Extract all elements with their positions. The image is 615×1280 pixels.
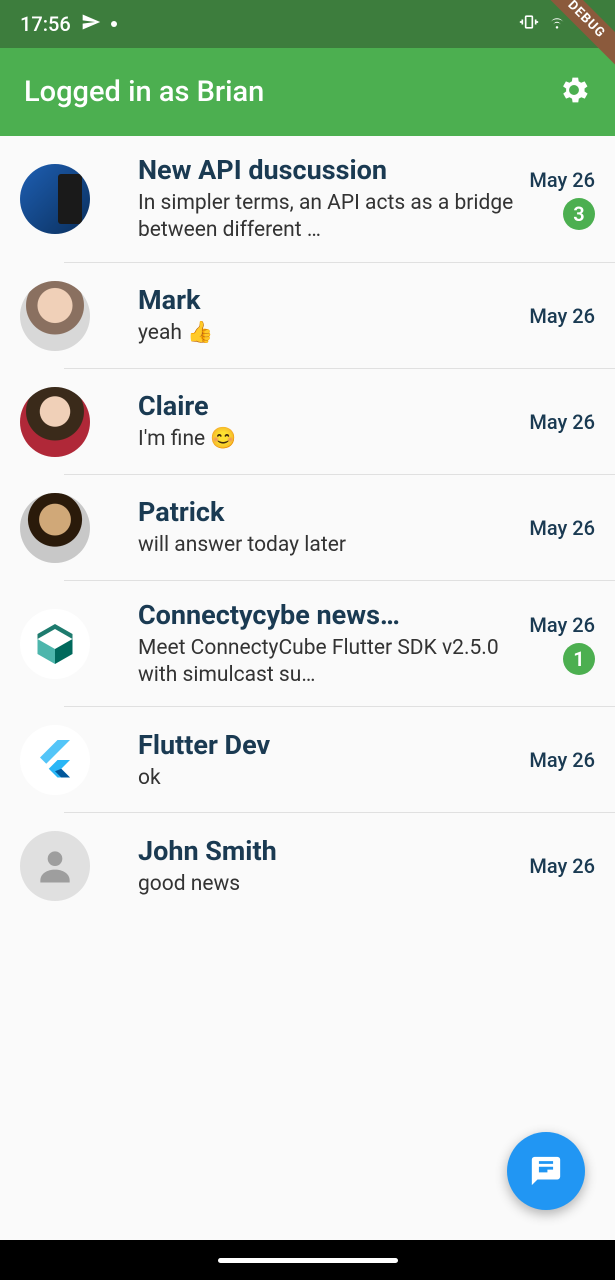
chat-content: New API duscussion In simpler terms, an A… bbox=[138, 154, 517, 245]
chat-date: May 26 bbox=[529, 748, 595, 772]
avatar bbox=[20, 725, 90, 795]
chat-message: I'm fine 😊 bbox=[138, 426, 517, 453]
chat-content: Flutter Dev ok bbox=[138, 729, 517, 792]
status-left: 17:56 bbox=[20, 12, 117, 37]
chat-meta: May 26 bbox=[529, 516, 595, 540]
chat-name: Claire bbox=[138, 390, 517, 422]
chat-date: May 26 bbox=[529, 304, 595, 328]
chat-message: Meet ConnectyCube Flutter SDK v2.5.0 wit… bbox=[138, 635, 517, 690]
chat-content: Connectycybe news… Meet ConnectyCube Flut… bbox=[138, 599, 517, 690]
chat-name: Connectycybe news… bbox=[138, 599, 517, 631]
chat-item[interactable]: John Smith good news May 26 bbox=[0, 813, 615, 919]
nav-handle[interactable] bbox=[218, 1258, 398, 1263]
avatar bbox=[20, 281, 90, 351]
chat-content: Claire I'm fine 😊 bbox=[138, 390, 517, 453]
chat-meta: May 26 1 bbox=[529, 613, 595, 675]
chat-name: John Smith bbox=[138, 835, 517, 867]
chat-item[interactable]: Patrick will answer today later May 26 bbox=[0, 475, 615, 581]
chat-list: New API duscussion In simpler terms, an A… bbox=[0, 136, 615, 919]
page-title: Logged in as Brian bbox=[24, 75, 264, 109]
chat-item[interactable]: Mark yeah 👍 May 26 bbox=[0, 263, 615, 369]
dot-icon bbox=[111, 21, 117, 27]
chat-name: New API duscussion bbox=[138, 154, 517, 186]
telegram-icon bbox=[81, 12, 101, 37]
chat-meta: May 26 bbox=[529, 854, 595, 878]
app-bar: Logged in as Brian bbox=[0, 48, 615, 136]
chat-date: May 26 bbox=[529, 854, 595, 878]
chat-content: Mark yeah 👍 bbox=[138, 284, 517, 347]
chat-content: Patrick will answer today later bbox=[138, 496, 517, 559]
chat-message: ok bbox=[138, 765, 517, 792]
chat-name: Patrick bbox=[138, 496, 517, 528]
chat-date: May 26 bbox=[529, 613, 595, 637]
chat-date: May 26 bbox=[529, 168, 595, 192]
status-bar: 17:56 bbox=[0, 0, 615, 48]
gear-icon bbox=[557, 73, 591, 107]
avatar bbox=[20, 164, 90, 234]
chat-item[interactable]: New API duscussion In simpler terms, an A… bbox=[0, 136, 615, 263]
chat-item[interactable]: Flutter Dev ok May 26 bbox=[0, 707, 615, 813]
nav-bar bbox=[0, 1240, 615, 1280]
chat-meta: May 26 3 bbox=[529, 168, 595, 230]
unread-badge: 1 bbox=[563, 643, 595, 675]
chat-item[interactable]: Connectycybe news… Meet ConnectyCube Flut… bbox=[0, 581, 615, 708]
wifi-icon bbox=[547, 12, 567, 36]
status-time: 17:56 bbox=[20, 12, 71, 36]
chat-message: will answer today later bbox=[138, 532, 517, 559]
chat-item[interactable]: Claire I'm fine 😊 May 26 bbox=[0, 369, 615, 475]
avatar bbox=[20, 831, 90, 901]
avatar bbox=[20, 609, 90, 679]
chat-message: In simpler terms, an API acts as a bridg… bbox=[138, 190, 517, 245]
chat-icon bbox=[529, 1154, 563, 1188]
chat-content: John Smith good news bbox=[138, 835, 517, 898]
chat-meta: May 26 bbox=[529, 304, 595, 328]
unread-badge: 3 bbox=[563, 198, 595, 230]
avatar bbox=[20, 387, 90, 457]
chat-name: Flutter Dev bbox=[138, 729, 517, 761]
settings-button[interactable] bbox=[557, 73, 591, 111]
chat-meta: May 26 bbox=[529, 748, 595, 772]
chat-message: good news bbox=[138, 871, 517, 898]
new-chat-button[interactable] bbox=[507, 1132, 585, 1210]
chat-message: yeah 👍 bbox=[138, 320, 517, 347]
chat-date: May 26 bbox=[529, 410, 595, 434]
vibrate-icon bbox=[519, 12, 539, 36]
avatar bbox=[20, 493, 90, 563]
chat-meta: May 26 bbox=[529, 410, 595, 434]
chat-name: Mark bbox=[138, 284, 517, 316]
chat-date: May 26 bbox=[529, 516, 595, 540]
